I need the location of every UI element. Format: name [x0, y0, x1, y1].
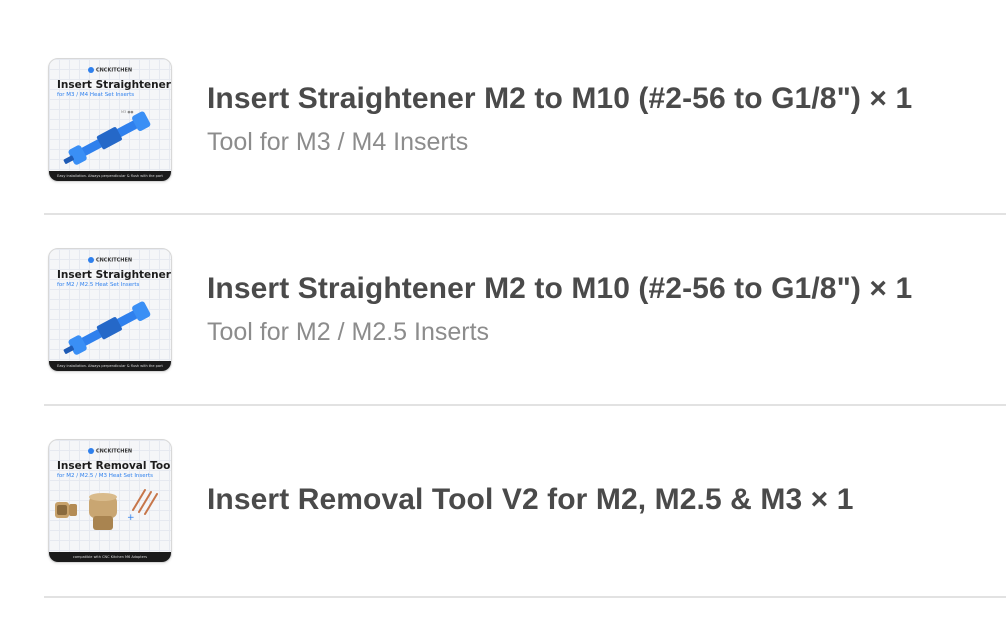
svg-text:+: + — [127, 513, 135, 523]
thumbnail-subheading: for M2 / M2.5 Heat Set Inserts — [57, 282, 140, 288]
item-variant: Tool for M3 / M4 Inserts — [207, 128, 469, 156]
list-item: CNCKITCHEN Insert Straightener for M3 / … — [0, 24, 1006, 215]
item-title: Insert Removal Tool V2 for M2, M2.5 & M3… — [207, 483, 854, 516]
list-item: CNCKITCHEN Insert Removal Tool for M2 / … — [0, 405, 1006, 598]
straightener-tool-image: M3 ●● — [63, 110, 151, 165]
thumbnail-footer: Easy installation. Always perpendicular … — [49, 171, 171, 181]
item-title: Insert Straightener M2 to M10 (#2-56 to … — [207, 82, 913, 115]
order-item-list: CNCKITCHEN Insert Straightener for M3 / … — [0, 0, 1006, 628]
thumbnail-heading: Insert Straightener — [57, 79, 171, 91]
brand-logo: CNCKITCHEN — [49, 257, 171, 264]
product-thumbnail: CNCKITCHEN Insert Straightener for M3 / … — [48, 58, 172, 182]
thumbnail-footer: compatible with CNC Kitchen M6 Adapters — [49, 552, 171, 562]
straightener-tool-image — [63, 301, 151, 355]
svg-text:M3 ●●: M3 ●● — [121, 110, 133, 114]
product-thumbnail: CNCKITCHEN Insert Removal Tool for M2 / … — [48, 439, 172, 563]
brand-logo: CNCKITCHEN — [49, 67, 171, 74]
product-thumbnail: CNCKITCHEN Insert Straightener for M2 / … — [48, 248, 172, 372]
thumbnail-heading: Insert Straightener — [57, 269, 171, 281]
removal-tool-image: + — [55, 489, 158, 530]
item-title: Insert Straightener M2 to M10 (#2-56 to … — [207, 272, 913, 305]
divider — [44, 596, 1006, 598]
list-item: CNCKITCHEN Insert Straightener for M2 / … — [0, 214, 1006, 406]
thumbnail-heading: Insert Removal Tool — [57, 460, 172, 472]
item-variant: Tool for M2 / M2.5 Inserts — [207, 318, 490, 346]
thumbnail-subheading: for M2 / M2.5 / M3 Heat Set Inserts — [57, 473, 153, 479]
thumbnail-footer: Easy installation. Always perpendicular … — [49, 361, 171, 371]
brand-logo: CNCKITCHEN — [49, 448, 171, 455]
thumbnail-subheading: for M3 / M4 Heat Set Inserts — [57, 92, 135, 98]
